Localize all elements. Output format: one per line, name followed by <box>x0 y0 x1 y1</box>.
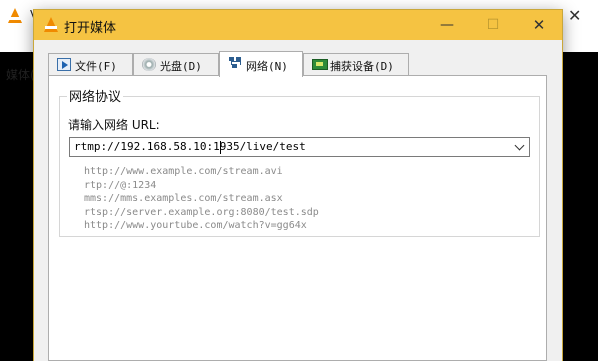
file-play-icon <box>57 58 71 71</box>
tab-file[interactable]: 文件(F) <box>48 53 133 75</box>
tab-capture-label: 捕获设备(D) <box>330 60 394 73</box>
menu-media[interactable]: 媒体( <box>6 66 35 83</box>
url-prompt-label: 请输入网络 URL: <box>68 118 160 132</box>
example-url: rtp://@:1234 <box>84 179 157 191</box>
tab-network[interactable]: 网络(N) <box>219 51 303 77</box>
tab-network-label: 网络(N) <box>246 60 288 73</box>
network-tab-panel: 网络协议 请输入网络 URL: rtmp://192.168.58.10:193… <box>48 75 547 361</box>
example-url: mms://mms.examples.com/stream.asx <box>84 193 283 204</box>
open-media-dialog: 打开媒体 — ☐ ✕ 文件(F) 光盘(D) 网络(N) 捕获设备(D) 网络协… <box>34 10 562 361</box>
example-url: rtsp://server.example.org:8080/test.sdp <box>84 206 319 218</box>
text-caret <box>220 141 221 154</box>
vlc-cone-icon <box>44 17 58 32</box>
video-area <box>562 52 598 361</box>
network-url-input[interactable]: rtmp://192.168.58.10:1935/live/test <box>74 140 306 153</box>
group-title: 网络协议 <box>67 86 124 105</box>
disc-icon <box>142 58 156 71</box>
example-url: http://www.example.com/stream.avi <box>84 166 283 177</box>
tab-disc-label: 光盘(D) <box>160 60 202 73</box>
tab-disc[interactable]: 光盘(D) <box>133 53 219 75</box>
dialog-title: 打开媒体 <box>64 21 117 36</box>
main-close-icon[interactable]: ✕ <box>568 6 581 25</box>
close-button[interactable]: ✕ <box>516 10 562 40</box>
maximize-button[interactable]: ☐ <box>470 10 516 40</box>
capture-card-icon <box>312 59 328 70</box>
tab-capture-device[interactable]: 捕获设备(D) <box>303 53 409 75</box>
chevron-down-icon[interactable] <box>514 141 526 153</box>
url-examples: http://www.example.com/stream.avi rtp://… <box>84 165 319 233</box>
tab-file-label: 文件(F) <box>75 60 117 73</box>
dialog-titlebar[interactable]: 打开媒体 — ☐ ✕ <box>34 10 562 40</box>
network-url-combobox[interactable]: rtmp://192.168.58.10:1935/live/test <box>69 137 530 157</box>
network-icon <box>228 56 242 69</box>
minimize-button[interactable]: — <box>424 10 470 40</box>
example-url: http://www.yourtube.com/watch?v=gg64x <box>84 220 307 231</box>
vlc-cone-icon <box>8 8 22 23</box>
